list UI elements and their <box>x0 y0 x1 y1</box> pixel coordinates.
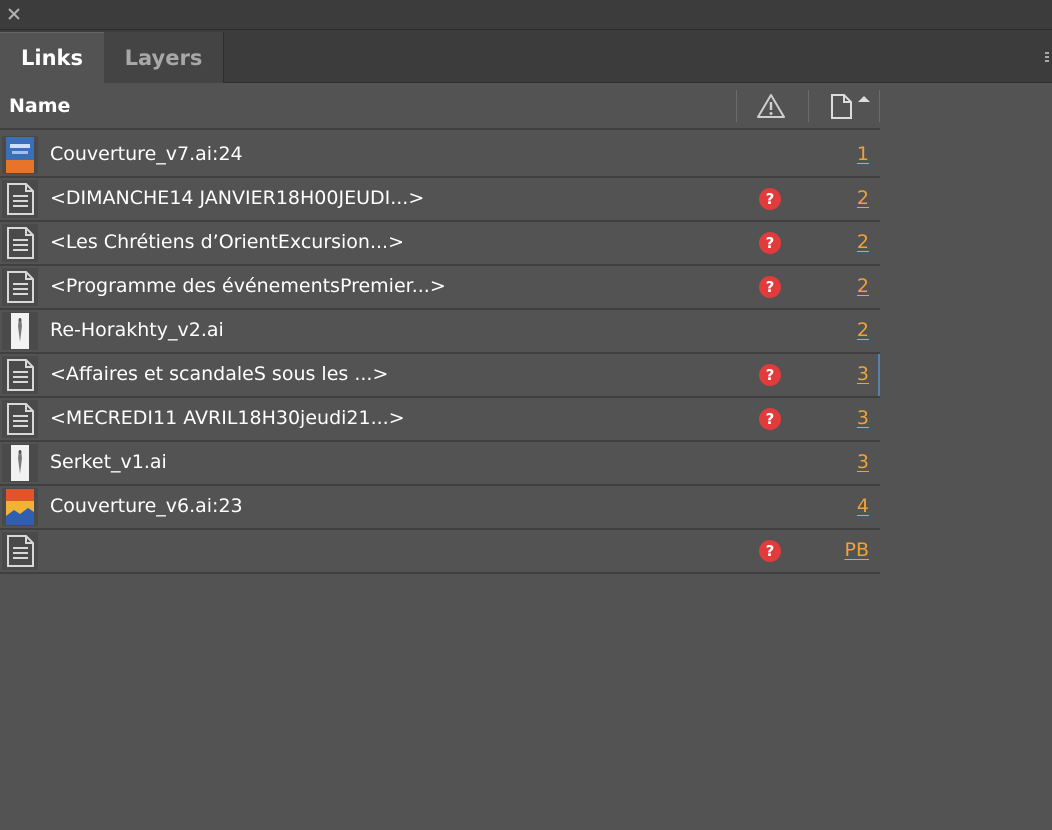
missing-link-icon[interactable]: ? <box>759 540 781 562</box>
page-column-header[interactable] <box>829 92 879 120</box>
link-row[interactable]: <Les Chrétiens d’OrientExcursion...>? 2 <box>0 222 880 266</box>
link-name: <DIMANCHE14 JANVIER18H00JEUDI...> <box>50 187 425 209</box>
missing-link-icon[interactable]: ? <box>759 408 781 430</box>
text-document-icon <box>2 356 38 394</box>
warning-triangle-icon[interactable] <box>756 92 786 120</box>
text-document-icon <box>2 180 38 218</box>
column-header: Name <box>0 84 880 130</box>
page-link[interactable]: 2 <box>857 187 869 209</box>
panel-menu-icon[interactable] <box>1045 52 1051 66</box>
page-link[interactable]: 3 <box>857 451 869 473</box>
panel-title-bar <box>0 0 1052 30</box>
link-row[interactable]: Couverture_v7.ai:24 1 <box>0 134 880 178</box>
link-row[interactable]: <Affaires et scandaleS sous les ...>? 3 <box>0 354 880 398</box>
text-document-icon <box>2 400 38 438</box>
page-link[interactable]: 2 <box>857 275 869 297</box>
page-link[interactable]: 4 <box>857 495 869 517</box>
text-document-icon <box>2 224 38 262</box>
text-document-icon <box>2 268 38 306</box>
column-divider[interactable] <box>736 90 737 122</box>
missing-link-icon[interactable]: ? <box>759 232 781 254</box>
link-row[interactable]: <MECREDI11 AVRIL18H30jeudi21...>? 3 <box>0 398 880 442</box>
missing-link-icon[interactable]: ? <box>759 276 781 298</box>
link-row[interactable]: Couverture_v6.ai:23 4 <box>0 486 880 530</box>
link-row[interactable]: Re-Horakhty_v2.ai 2 <box>0 310 880 354</box>
text-document-icon <box>2 532 38 570</box>
page-link[interactable]: 3 <box>857 363 869 385</box>
link-name: <Affaires et scandaleS sous les ...> <box>50 363 389 385</box>
link-name: <Programme des événementsPremier...> <box>50 275 446 297</box>
link-thumbnail <box>2 136 38 174</box>
page-link[interactable]: 1 <box>857 143 869 165</box>
link-thumbnail <box>2 488 38 526</box>
page-link[interactable]: 2 <box>857 319 869 341</box>
tab-links[interactable]: Links <box>0 32 104 83</box>
link-name: Couverture_v7.ai:24 <box>50 143 243 165</box>
missing-link-icon[interactable]: ? <box>759 188 781 210</box>
tab-layers[interactable]: Layers <box>104 32 224 83</box>
sort-ascending-icon <box>858 96 870 102</box>
name-column-header[interactable]: Name <box>9 95 70 117</box>
link-name: Serket_v1.ai <box>50 451 167 473</box>
link-name: Couverture_v6.ai:23 <box>50 495 243 517</box>
page-icon <box>831 94 852 119</box>
link-thumbnail <box>2 312 38 350</box>
link-row[interactable]: ? PB <box>0 530 880 574</box>
link-name: Re-Horakhty_v2.ai <box>50 319 224 341</box>
link-row[interactable]: <DIMANCHE14 JANVIER18H00JEUDI...>? 2 <box>0 178 880 222</box>
page-link[interactable]: PB <box>845 539 870 561</box>
close-icon[interactable] <box>7 7 21 21</box>
link-name: <Les Chrétiens d’OrientExcursion...> <box>50 231 405 253</box>
link-row[interactable]: <Programme des événementsPremier...>? 2 <box>0 266 880 310</box>
link-name: <MECREDI11 AVRIL18H30jeudi21...> <box>50 407 405 429</box>
tab-bar: Links Layers <box>0 30 1052 83</box>
page-link[interactable]: 2 <box>857 231 869 253</box>
column-divider[interactable] <box>808 90 809 122</box>
links-list: Couverture_v7.ai:24 1 <DIMANCHE14 JANVIER1… <box>0 134 880 574</box>
column-divider <box>879 90 880 122</box>
page-link[interactable]: 3 <box>857 407 869 429</box>
link-thumbnail <box>2 444 38 482</box>
link-row[interactable]: Serket_v1.ai 3 <box>0 442 880 486</box>
missing-link-icon[interactable]: ? <box>759 364 781 386</box>
